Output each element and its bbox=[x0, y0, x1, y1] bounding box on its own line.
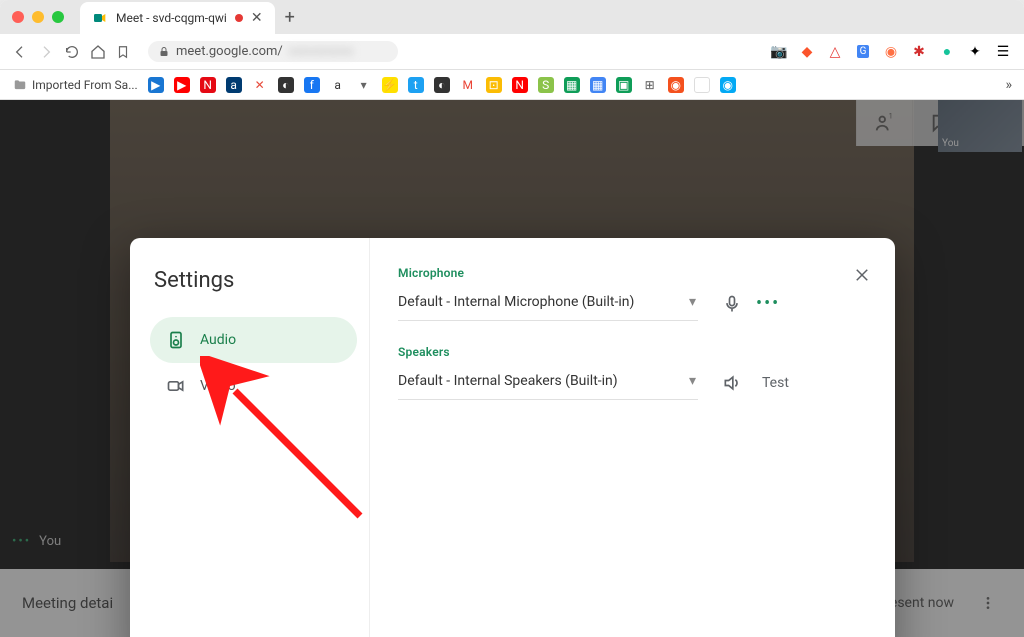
tab-title: Meet - svd-cqgm-qwi bbox=[116, 11, 227, 25]
home-button[interactable] bbox=[90, 44, 106, 60]
bookmark-icon[interactable]: ▣ bbox=[616, 77, 632, 93]
meet-content: 1 You ••• You Meeting detai Turn on capt… bbox=[0, 100, 1024, 637]
test-label: Test bbox=[762, 375, 789, 391]
extensions-button-icon[interactable]: ✦ bbox=[966, 43, 984, 61]
bookmark-icon[interactable]: ▶ bbox=[174, 77, 190, 93]
bookmark-icon[interactable]: N bbox=[512, 77, 528, 93]
settings-dialog: Settings Audio Video bbox=[130, 238, 895, 637]
mic-indicator: ••• bbox=[722, 293, 780, 314]
speakers-value: Default - Internal Speakers (Built-in) bbox=[398, 373, 618, 389]
bookmarks-overflow-button[interactable]: » bbox=[1005, 77, 1012, 93]
brave-icon[interactable]: ◆ bbox=[798, 43, 816, 61]
url-host: meet.google.com/ bbox=[176, 44, 283, 59]
tab-close-icon[interactable]: ✕ bbox=[251, 10, 263, 26]
bookmark-icon[interactable]: N bbox=[200, 77, 216, 93]
bookmark-icon[interactable]: ⚡ bbox=[382, 77, 398, 93]
microphone-label: Microphone bbox=[398, 266, 875, 280]
reload-button[interactable] bbox=[64, 44, 80, 60]
bookmark-icon[interactable]: ▦ bbox=[564, 77, 580, 93]
new-tab-button[interactable]: + bbox=[275, 7, 305, 28]
browser-menu-icon[interactable]: ☰ bbox=[994, 43, 1012, 61]
settings-tab-video[interactable]: Video bbox=[150, 363, 357, 409]
settings-title: Settings bbox=[154, 268, 357, 293]
bookmark-icon[interactable]: M bbox=[460, 77, 476, 93]
mic-level-icon: ••• bbox=[756, 293, 780, 314]
close-icon bbox=[853, 266, 871, 284]
bookmark-icon[interactable]: ◉ bbox=[720, 77, 736, 93]
triangle-ext-icon[interactable]: △ bbox=[826, 43, 844, 61]
dropdown-caret-icon: ▾ bbox=[689, 294, 696, 310]
red-ext-icon[interactable]: ✱ bbox=[910, 43, 928, 61]
bookmark-icon[interactable]: t bbox=[408, 77, 424, 93]
bookmark-icon[interactable]: ▶ bbox=[148, 77, 164, 93]
bookmark-icon[interactable]: S bbox=[538, 77, 554, 93]
test-speakers-button[interactable]: Test bbox=[722, 373, 789, 393]
tab-audio-label: Audio bbox=[200, 332, 236, 348]
bookmark-icon[interactable]: ⊞ bbox=[642, 77, 658, 93]
video-icon bbox=[166, 376, 186, 396]
dialog-close-button[interactable] bbox=[847, 260, 877, 290]
folder-icon bbox=[12, 78, 28, 92]
microphone-icon bbox=[722, 294, 742, 314]
settings-panel: Microphone Default - Internal Microphone… bbox=[370, 238, 895, 637]
url-path-blurred: xxxxxxxxxx bbox=[289, 44, 354, 59]
microphone-select[interactable]: Default - Internal Microphone (Built-in)… bbox=[398, 286, 698, 321]
bookmark-icon[interactable]: ◐ bbox=[434, 77, 450, 93]
speakers-select[interactable]: Default - Internal Speakers (Built-in) ▾ bbox=[398, 365, 698, 400]
orange-ext-icon[interactable]: ◉ bbox=[882, 43, 900, 61]
bookmarks-bar: Imported From Sa... ▶ ▶ N a ✕ ◐ f a ▾ ⚡ … bbox=[0, 70, 1024, 100]
tab-video-label: Video bbox=[200, 378, 236, 394]
bookmark-icon[interactable]: f bbox=[304, 77, 320, 93]
sound-icon bbox=[722, 373, 742, 393]
speakers-section: Speakers Default - Internal Speakers (Bu… bbox=[398, 345, 875, 400]
bookmark-icon[interactable]: ⊡ bbox=[486, 77, 502, 93]
bookmark-icon[interactable]: a bbox=[226, 77, 242, 93]
back-button[interactable] bbox=[12, 44, 28, 60]
bookmark-toolbar-icon[interactable] bbox=[116, 44, 130, 60]
nav-toolbar: meet.google.com/ xxxxxxxxxx 📷 ◆ △ G ◉ ✱ … bbox=[0, 34, 1024, 70]
speaker-icon bbox=[166, 330, 186, 350]
bookmark-icon[interactable]: G bbox=[694, 77, 710, 93]
microphone-section: Microphone Default - Internal Microphone… bbox=[398, 266, 875, 321]
recording-indicator-icon bbox=[235, 14, 243, 22]
bookmark-icon[interactable]: a bbox=[330, 77, 346, 93]
forward-button[interactable] bbox=[38, 44, 54, 60]
speakers-label: Speakers bbox=[398, 345, 875, 359]
meet-favicon-icon bbox=[92, 10, 108, 26]
minimize-window-button[interactable] bbox=[32, 11, 44, 23]
translate-ext-icon[interactable]: G bbox=[854, 43, 872, 61]
bookmark-icon[interactable]: ▾ bbox=[356, 77, 372, 93]
extension-icons: 📷 ◆ △ G ◉ ✱ ● ✦ ☰ bbox=[770, 43, 1012, 61]
bookmark-icon[interactable]: ✕ bbox=[252, 77, 268, 93]
close-window-button[interactable] bbox=[12, 11, 24, 23]
bookmark-folder[interactable]: Imported From Sa... bbox=[12, 78, 138, 92]
bookmark-folder-label: Imported From Sa... bbox=[32, 78, 138, 92]
bookmark-icon[interactable]: ◉ bbox=[668, 77, 684, 93]
window-controls bbox=[12, 11, 64, 23]
maximize-window-button[interactable] bbox=[52, 11, 64, 23]
address-bar[interactable]: meet.google.com/ xxxxxxxxxx bbox=[148, 41, 398, 62]
browser-window: Meet - svd-cqgm-qwi ✕ + meet.google.com/… bbox=[0, 0, 1024, 637]
bookmark-icon[interactable]: ◐ bbox=[278, 77, 294, 93]
titlebar: Meet - svd-cqgm-qwi ✕ + bbox=[0, 0, 1024, 34]
microphone-value: Default - Internal Microphone (Built-in) bbox=[398, 294, 634, 310]
grammarly-ext-icon[interactable]: ● bbox=[938, 43, 956, 61]
camera-status-icon[interactable]: 📷 bbox=[770, 43, 788, 61]
dropdown-caret-icon: ▾ bbox=[689, 373, 696, 389]
settings-sidebar: Settings Audio Video bbox=[130, 238, 370, 637]
bookmark-icon[interactable]: ▦ bbox=[590, 77, 606, 93]
settings-tab-audio[interactable]: Audio bbox=[150, 317, 357, 363]
lock-icon bbox=[158, 46, 170, 58]
browser-tab[interactable]: Meet - svd-cqgm-qwi ✕ bbox=[80, 2, 275, 34]
